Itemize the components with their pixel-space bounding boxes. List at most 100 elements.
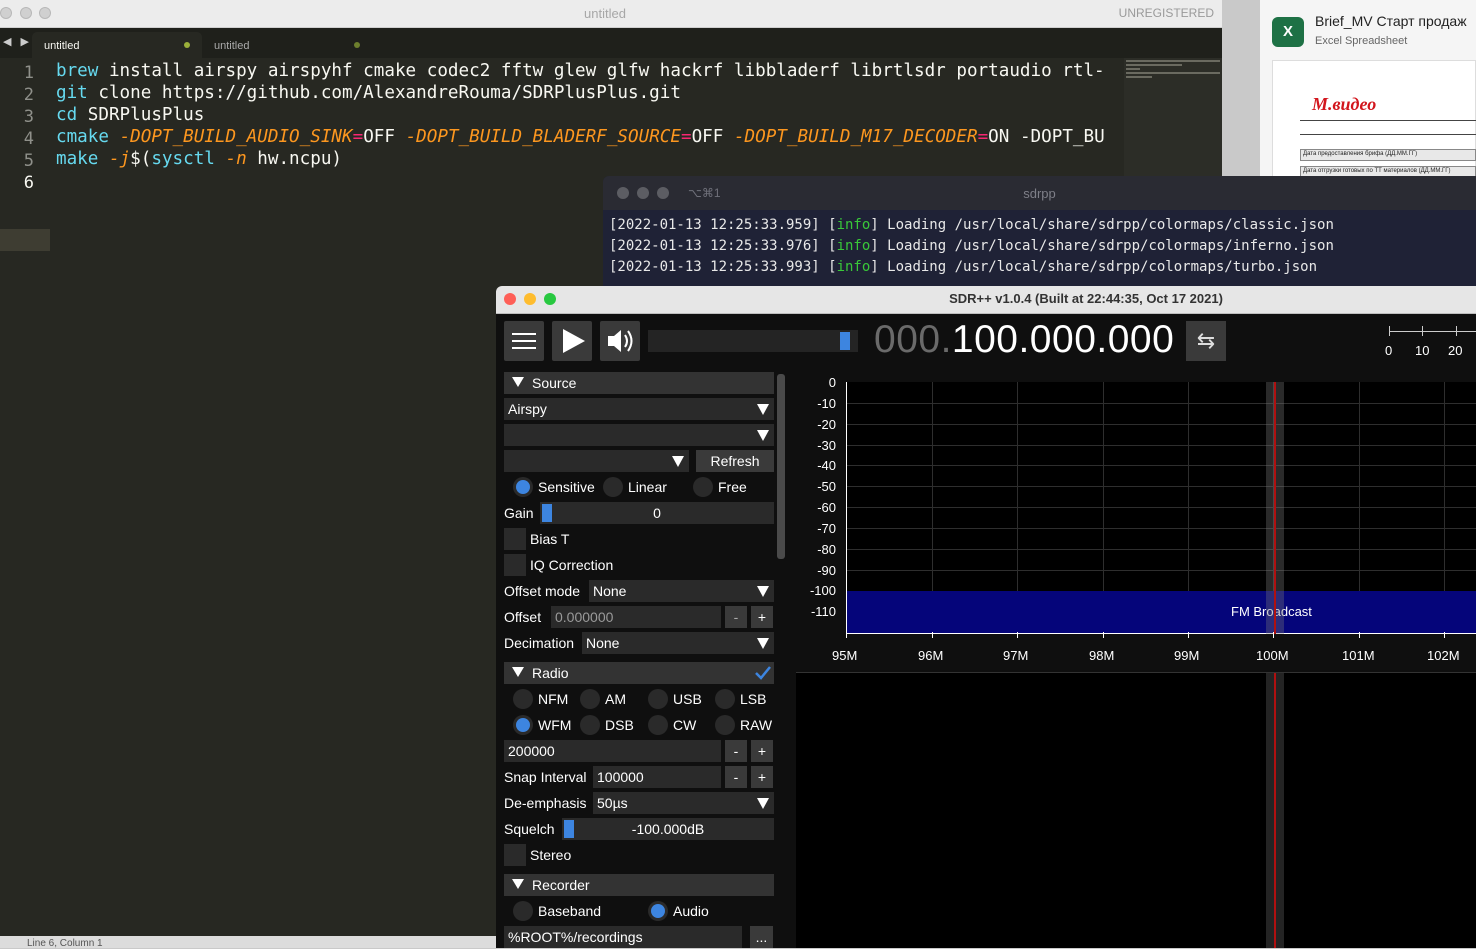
- offset-plus-button[interactable]: +: [751, 606, 773, 628]
- freq-tick: [1017, 632, 1018, 638]
- samplerate-select[interactable]: [504, 450, 689, 472]
- tab-untitled-active[interactable]: untitled: [32, 32, 202, 58]
- gain-mode-sensitive-radio[interactable]: [513, 477, 533, 497]
- play-icon[interactable]: [552, 321, 592, 361]
- sdrpp-title: SDR++ v1.0.4 (Built at 22:44:35, Oct 17 …: [949, 291, 1223, 306]
- checkbox-label: Stereo: [530, 847, 572, 863]
- line-number: 5: [23, 151, 34, 171]
- editor-tab-bar: untitled untitled: [0, 28, 1222, 58]
- source-device-select[interactable]: Airspy: [504, 398, 774, 420]
- bandwidth-plus-button[interactable]: +: [751, 740, 773, 762]
- file-name[interactable]: Brief_MV Старт продаж: [1315, 13, 1467, 29]
- fm-broadcast-band: [847, 591, 1476, 633]
- radio-label: DSB: [605, 717, 634, 733]
- db-label: -90: [817, 563, 836, 578]
- unregistered-label: UNREGISTERED: [1118, 6, 1214, 20]
- radio-label: Free: [718, 479, 747, 495]
- offset-minus-button[interactable]: -: [725, 606, 747, 628]
- volume-slider[interactable]: [648, 330, 858, 352]
- mode-am-radio[interactable]: [580, 689, 600, 709]
- frequency-display[interactable]: 000.100.000.000: [874, 318, 1174, 362]
- freq-tick: [846, 632, 847, 638]
- waterfall[interactable]: [796, 673, 1476, 948]
- offset-input[interactable]: 0.000000: [551, 606, 721, 628]
- snap-interval-input[interactable]: 100000: [593, 766, 721, 788]
- freq-label: 95M: [832, 648, 858, 663]
- browse-button[interactable]: ...: [750, 926, 773, 948]
- offset-mode-label: Offset mode: [504, 583, 581, 599]
- mode-raw-radio[interactable]: [715, 715, 735, 735]
- source-header[interactable]: Source: [504, 372, 774, 394]
- code-line-2[interactable]: git clone https://github.com/AlexandreRo…: [56, 83, 1122, 103]
- tab-label: untitled: [44, 40, 80, 52]
- unsaved-dot-icon: [184, 42, 190, 48]
- slider-grab[interactable]: [564, 820, 574, 838]
- mode-cw-radio[interactable]: [648, 715, 668, 735]
- snap-plus-button[interactable]: +: [751, 766, 773, 788]
- gain-mode-linear-radio[interactable]: [603, 477, 623, 497]
- collapse-triangle-icon: [512, 377, 524, 387]
- recorder-header[interactable]: Recorder: [504, 874, 774, 896]
- current-line-highlight: [0, 229, 50, 251]
- menu-hamburger-icon[interactable]: [504, 321, 544, 361]
- mode-dsb-radio[interactable]: [580, 715, 600, 735]
- offset-label: Offset: [504, 609, 542, 625]
- code-line-4[interactable]: cmake -DOPT_BUILD_AUDIO_SINK=OFF -DOPT_B…: [56, 127, 1122, 147]
- radio-enabled-check-icon[interactable]: [752, 662, 774, 684]
- code-line-3[interactable]: cd SDRPlusPlus: [56, 105, 1122, 125]
- excel-icon: X: [1272, 17, 1304, 47]
- refresh-button[interactable]: Refresh: [696, 450, 774, 472]
- grid-line: [847, 403, 1476, 404]
- radio-label: AM: [605, 691, 626, 707]
- bandwidth-input[interactable]: 200000: [504, 740, 721, 762]
- radio-header[interactable]: Radio: [504, 662, 774, 684]
- stereo-checkbox[interactable]: [504, 844, 526, 866]
- deemphasis-select[interactable]: 50µs: [593, 792, 774, 814]
- gain-mode-free-radio[interactable]: [693, 477, 713, 497]
- code-line-1[interactable]: brew install airspy airspyhf cmake codec…: [56, 61, 1122, 81]
- unsaved-dot-icon: [354, 42, 360, 48]
- vfo-center-line[interactable]: [1274, 382, 1276, 634]
- mode-wfm-radio[interactable]: [513, 715, 533, 735]
- offset-mode-select[interactable]: None: [589, 580, 774, 602]
- mode-nfm-radio[interactable]: [513, 689, 533, 709]
- volume-icon[interactable]: [600, 321, 640, 361]
- mode-usb-radio[interactable]: [648, 689, 668, 709]
- line-gutter: 1 2 3 4 5 6: [0, 58, 52, 936]
- tab-nav-arrows-icon[interactable]: ◀ ▶: [3, 35, 32, 48]
- snap-minus-button[interactable]: -: [725, 766, 747, 788]
- db-label: -60: [817, 500, 836, 515]
- radio-label: RAW: [740, 717, 773, 733]
- swap-arrows-icon[interactable]: ⇆: [1186, 321, 1226, 361]
- chevron-down-icon: [752, 424, 774, 446]
- slider-grab[interactable]: [542, 504, 552, 522]
- record-audio-radio[interactable]: [648, 901, 668, 921]
- freq-tick: [1103, 632, 1104, 638]
- decimation-select[interactable]: None: [582, 632, 774, 654]
- db-label: -100: [809, 583, 836, 598]
- grid-line: [847, 549, 1476, 550]
- gain-label: Gain: [504, 505, 534, 521]
- panel-scrollbar[interactable]: [777, 374, 785, 559]
- mode-lsb-radio[interactable]: [715, 689, 735, 709]
- vfo-center-line-waterfall[interactable]: [1274, 673, 1276, 948]
- bandwidth-minus-button[interactable]: -: [725, 740, 747, 762]
- tab-untitled[interactable]: untitled: [202, 32, 372, 58]
- squelch-slider[interactable]: -100.000dB: [562, 818, 774, 840]
- volume-slider-grab[interactable]: [840, 332, 851, 350]
- code-line-5[interactable]: make -j$(sysctl -n hw.ncpu): [56, 149, 1122, 169]
- record-baseband-radio[interactable]: [513, 901, 533, 921]
- db-label: -10: [817, 396, 836, 411]
- radio-label: Baseband: [538, 903, 602, 919]
- iq-correction-checkbox[interactable]: [504, 554, 526, 576]
- recording-path-input[interactable]: %ROOT%/recordings: [504, 926, 742, 948]
- collapse-triangle-icon: [512, 879, 524, 889]
- serial-select[interactable]: [504, 424, 774, 446]
- db-label: -110: [810, 604, 836, 619]
- log-line: [2022-01-13 12:25:33.976] [info] Loading…: [609, 238, 1334, 254]
- bias-t-checkbox[interactable]: [504, 528, 526, 550]
- db-label: -30: [817, 438, 836, 453]
- decimation-label: Decimation: [504, 635, 575, 651]
- radio-label: CW: [673, 717, 697, 733]
- gain-slider[interactable]: 0: [540, 502, 774, 524]
